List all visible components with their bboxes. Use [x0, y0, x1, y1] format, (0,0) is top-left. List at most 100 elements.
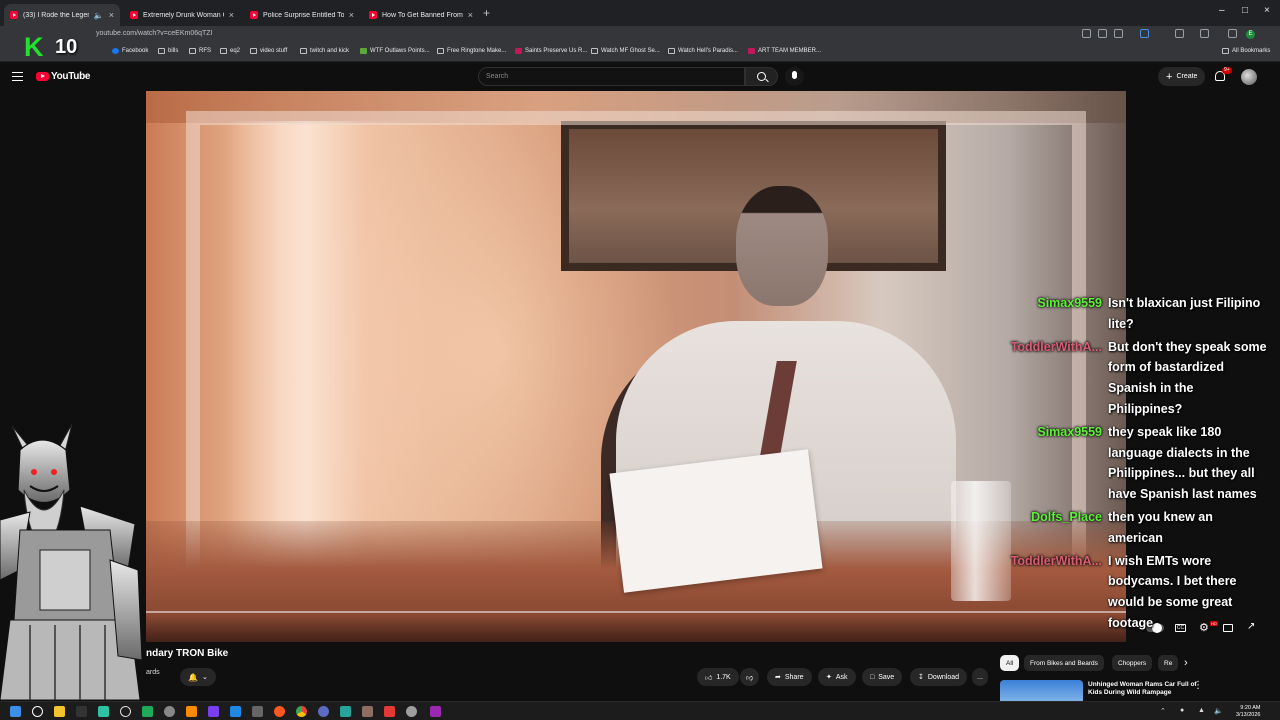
notification-count-badge: 9+	[1222, 67, 1232, 74]
chat-username: ToddlerWithA...	[1010, 339, 1102, 354]
taskbar-app-icon[interactable]	[98, 706, 109, 717]
site-icon	[748, 48, 755, 54]
bookmark-art-team[interactable]: ART TEAM MEMBER...	[748, 48, 821, 54]
install-icon[interactable]	[1098, 29, 1107, 38]
folder-icon	[189, 48, 196, 54]
volume-icon[interactable]: 🔈	[1214, 707, 1223, 715]
hamburger-menu-icon[interactable]	[12, 72, 23, 81]
voice-search-mic-icon[interactable]	[785, 67, 804, 86]
bookmark-bills[interactable]: bills	[158, 48, 178, 54]
download-button[interactable]: ↧ Download	[910, 668, 968, 686]
browser-tab-4[interactable]: How To Get Banned From MGM ×	[363, 4, 479, 26]
bookmark-rfs[interactable]: RFS	[189, 48, 211, 54]
extension-icon[interactable]	[1082, 29, 1091, 38]
bookmark-ringtone[interactable]: Free Ringtone Make...	[437, 48, 506, 54]
recommendation-title[interactable]: Unhinged Woman Rams Car Full of Kids Dur…	[1088, 681, 1200, 697]
youtube-logo-icon[interactable]	[36, 72, 49, 81]
search-button[interactable]	[745, 67, 778, 86]
settings-gear-icon[interactable]	[406, 706, 417, 717]
taskbar-app-icon[interactable]	[340, 706, 351, 717]
chip-choppers[interactable]: Choppers	[1112, 655, 1153, 671]
more-vertical-icon[interactable]: ⋮	[1193, 680, 1203, 691]
taskbar-app-icon[interactable]	[186, 706, 197, 717]
close-tab-icon[interactable]: ×	[109, 10, 114, 20]
taskbar-app-icon[interactable]	[120, 706, 131, 717]
chevron-up-icon[interactable]: ⌃	[1160, 707, 1166, 715]
player-gradient	[146, 615, 1126, 642]
media-icon[interactable]	[1200, 29, 1209, 38]
system-tray-icon[interactable]: ●	[1180, 707, 1184, 714]
bookmark-facebook[interactable]: Facebook	[112, 48, 148, 54]
minimize-button[interactable]: –	[1219, 5, 1225, 16]
chrome-icon[interactable]	[296, 706, 307, 717]
extensions-puzzle-icon[interactable]	[1175, 29, 1184, 38]
save-button[interactable]: □ Save	[862, 668, 903, 686]
channel-name[interactable]: ards	[146, 669, 160, 676]
browser-tab-3[interactable]: Police Surprise Entitled Touris ×	[244, 4, 360, 26]
create-button[interactable]: + Create	[1158, 67, 1206, 86]
browser-tab-youtube[interactable]: (33) I Rode the Legendary T 🔈 ×	[4, 4, 120, 26]
video-person-head	[736, 186, 828, 306]
site-icon	[591, 48, 598, 54]
browser-profile-avatar[interactable]: E	[1246, 30, 1255, 39]
share-button[interactable]: ➦ Share	[767, 668, 812, 686]
address-bar[interactable]: youtube.com/watch?v=ceEKm06qTZI	[96, 30, 213, 37]
taskbar-app-icon[interactable]	[318, 706, 329, 717]
close-tab-icon[interactable]: ×	[349, 10, 354, 20]
bookmark-wtf-outlaws[interactable]: WTF Outlaws Points...	[360, 48, 430, 54]
chip-more[interactable]: Re	[1158, 655, 1178, 671]
subscribed-bell-button[interactable]: 🔔 ⌄	[180, 668, 216, 686]
all-bookmarks-button[interactable]: All Bookmarks	[1222, 48, 1270, 54]
bookmark-video-stuff[interactable]: video stuff	[250, 48, 287, 54]
bookmark-saints[interactable]: Saints Preserve Us R...	[515, 48, 587, 54]
tab-title: (33) I Rode the Legendary T	[23, 11, 89, 19]
dislike-button[interactable]: 👎︎	[740, 668, 760, 686]
chip-all[interactable]: All	[1000, 655, 1020, 671]
bookmark-twitch-kick[interactable]: twitch and kick	[300, 48, 349, 54]
close-tab-icon[interactable]: ×	[468, 10, 473, 20]
search-icon[interactable]	[32, 706, 43, 717]
bell-icon: 🔔	[188, 672, 199, 682]
firefox-icon[interactable]	[274, 706, 285, 717]
youtube-logo-text[interactable]: YouTube	[51, 71, 91, 82]
taskbar-clock[interactable]: 9:20 AM 3/13/2026	[1236, 705, 1260, 719]
close-window-button[interactable]: ×	[1264, 5, 1270, 16]
sidepanel-icon[interactable]	[1228, 29, 1237, 38]
network-icon[interactable]: ▲	[1198, 707, 1205, 714]
browser-tab-2[interactable]: Extremely Drunk Woman Crash ×	[124, 4, 240, 26]
bookmark-eq2[interactable]: eq2	[220, 48, 240, 54]
video-player[interactable]	[146, 91, 1126, 642]
bookmark-star-icon[interactable]	[1114, 29, 1123, 38]
youtube-favicon-icon	[250, 11, 258, 19]
close-tab-icon[interactable]: ×	[229, 10, 234, 20]
bookmark-mf-ghost[interactable]: Watch MF Ghost Se...	[591, 48, 660, 54]
windows-taskbar: ⌃ ● ▲ 🔈 9:20 AM 3/13/2026	[0, 701, 1280, 720]
taskbar-app-icon[interactable]	[362, 706, 373, 717]
chat-message: Dolfs_Place then you knew an american	[1000, 507, 1280, 549]
more-horizontal-icon: ...	[977, 673, 983, 681]
windows-start-icon[interactable]	[10, 706, 21, 717]
taskbar-app-icon[interactable]	[142, 706, 153, 717]
user-avatar[interactable]	[1241, 69, 1257, 85]
taskbar-app-icon[interactable]	[230, 706, 241, 717]
taskbar-app-icon[interactable]	[164, 706, 175, 717]
bookmark-hells-paradise[interactable]: Watch Hell's Paradis...	[668, 48, 738, 54]
maximize-button[interactable]: □	[1242, 5, 1248, 16]
youtube-favicon-icon	[369, 11, 377, 19]
speaker-icon[interactable]: 🔈	[94, 11, 104, 20]
chevron-right-icon[interactable]: ›	[1184, 657, 1188, 669]
taskbar-app-icon[interactable]	[208, 706, 219, 717]
taskbar-app-icon[interactable]	[384, 706, 395, 717]
taskbar-app-icon[interactable]	[430, 706, 441, 717]
more-actions-button[interactable]: ...	[972, 668, 988, 686]
new-tab-button[interactable]: +	[483, 6, 490, 20]
search-input[interactable]: Search	[478, 67, 745, 86]
like-button[interactable]: 👍︎ 1.7K	[697, 668, 739, 686]
taskbar-app-icon[interactable]	[76, 706, 87, 717]
taskbar-app-icon[interactable]	[252, 706, 263, 717]
file-explorer-icon[interactable]	[54, 706, 65, 717]
chevron-down-icon: ⌄	[202, 674, 208, 681]
chip-from-bikes-and-beards[interactable]: From Bikes and Beards	[1024, 655, 1104, 671]
ask-button[interactable]: ✦ Ask	[818, 668, 856, 686]
extension-blue-icon[interactable]	[1140, 29, 1149, 38]
